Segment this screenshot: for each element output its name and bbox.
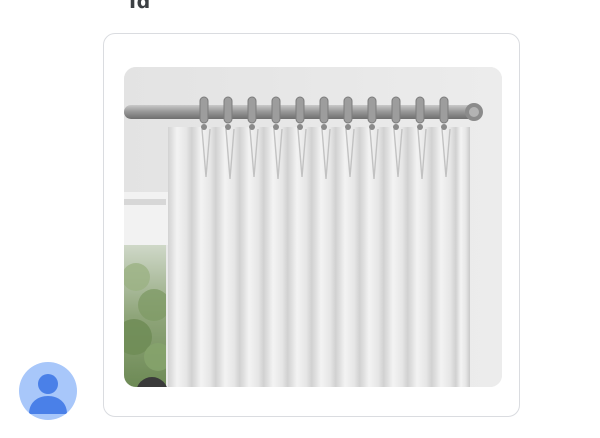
product-card[interactable] [103, 33, 520, 417]
person-icon [29, 374, 67, 414]
curtain-image[interactable] [124, 67, 502, 387]
page: Id [0, 0, 600, 438]
avatar[interactable] [19, 362, 77, 420]
page-title: Id [129, 0, 151, 13]
